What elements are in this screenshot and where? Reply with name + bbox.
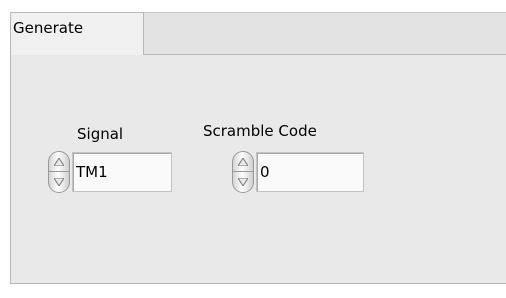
scramble-code-stepper[interactable]	[232, 151, 254, 193]
signal-increment-button[interactable]	[49, 152, 69, 172]
triangle-down-icon	[238, 178, 248, 186]
signal-field[interactable]: TM1	[72, 152, 172, 192]
signal-decrement-button[interactable]	[49, 171, 69, 192]
scramble-code-increment-button[interactable]	[233, 152, 253, 172]
triangle-up-icon	[54, 158, 64, 166]
scramble-code-label: Scramble Code	[203, 122, 317, 140]
signal-label: Signal	[77, 125, 124, 143]
scramble-code-field[interactable]: 0	[256, 152, 364, 192]
triangle-up-icon	[238, 158, 248, 166]
tab-generate[interactable]: Generate	[10, 12, 144, 55]
tab-panel-generate: Signal TM1 Scramble Code 0	[10, 54, 506, 284]
tab-generate-label: Generate	[13, 19, 84, 37]
scramble-code-decrement-button[interactable]	[233, 171, 253, 192]
signal-stepper[interactable]	[48, 151, 70, 193]
triangle-down-icon	[54, 178, 64, 186]
